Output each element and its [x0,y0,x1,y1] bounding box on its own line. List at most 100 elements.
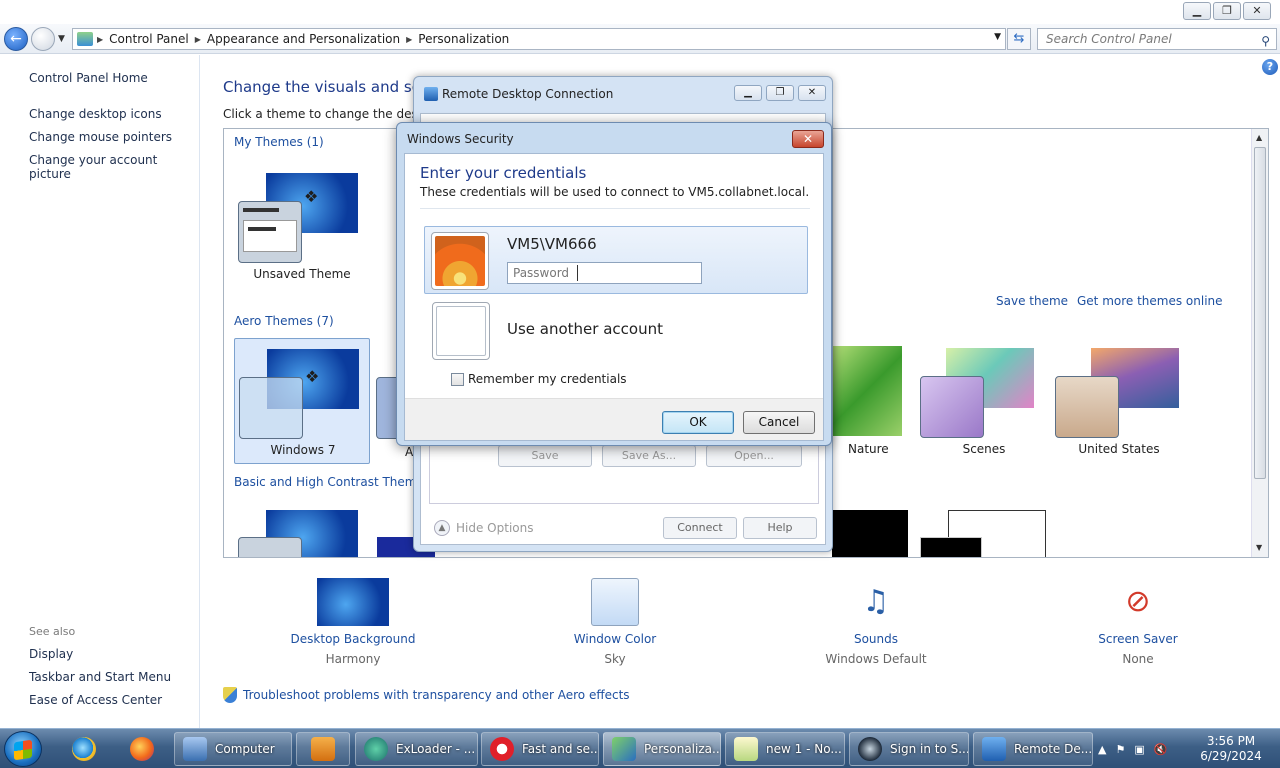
rdc-save-as-button[interactable]: Save As... [602,445,696,467]
task-notepad[interactable]: new 1 - No... [725,732,845,766]
rdc-save-button[interactable]: Save [498,445,592,467]
get-more-themes-link[interactable]: Get more themes online [1077,294,1223,308]
window-preview [920,376,984,438]
ok-button[interactable]: OK [662,411,734,434]
use-another-account[interactable]: Use another account [507,320,663,338]
rdc-maximize-button[interactable]: ❐ [766,85,794,101]
window-controls: ▁ ❐ ✕ [1181,2,1271,20]
help-icon[interactable]: ? [1262,59,1278,75]
theme-unsaved[interactable]: ❖ Unsaved Theme [234,163,370,289]
blank-avatar-icon[interactable] [432,302,490,360]
start-button[interactable] [4,731,42,767]
themes-scrollbar[interactable]: ▲ ▼ [1251,129,1268,557]
control-panel-home-link[interactable]: Control Panel Home [29,71,148,85]
my-themes-heading: My Themes (1) [234,135,324,149]
volume-icon[interactable]: 🔇 [1154,743,1168,756]
breadcrumb-appearance[interactable]: Appearance and Personalization [207,32,400,46]
close-button[interactable]: ✕ [1243,2,1271,20]
change-desktop-icons-link[interactable]: Change desktop icons [29,107,162,121]
rdc-minimize-button[interactable]: ▁ [734,85,762,101]
sounds-option[interactable]: ♫ Sounds Windows Default [796,578,956,666]
change-account-picture-link[interactable]: Change your account picture [29,153,199,181]
aero-themes-heading: Aero Themes (7) [234,314,334,328]
text-cursor [577,265,578,281]
remember-label[interactable]: Remember my credentials [468,372,627,386]
screen-saver-option[interactable]: ⊘ Screen Saver None [1058,578,1218,666]
theme-united-states[interactable]: United States [1051,338,1187,464]
task-label: Fast and se... [522,742,598,756]
firefox-icon [130,737,154,761]
task-computer[interactable]: Computer [174,732,292,766]
theme-name: Unsaved Theme [253,267,351,281]
password-input[interactable]: Password [507,262,702,284]
hide-options-toggle[interactable]: ▲ Hide Options [434,520,533,536]
scroll-up-icon[interactable]: ▲ [1256,133,1262,142]
action-center-flag-icon[interactable]: ⚑ [1115,743,1125,756]
screen-saver-label: Screen Saver [1098,632,1178,646]
internet-explorer-icon [72,737,96,761]
show-hidden-icons-icon[interactable]: ▲ [1098,743,1106,756]
display-link[interactable]: Display [29,647,73,661]
pinned-internet-explorer[interactable] [58,732,110,766]
address-bar[interactable]: ▶ Control Panel ▶ Appearance and Persona… [72,28,1006,50]
window-color-option[interactable]: Window Color Sky [535,578,695,666]
account-tile-selected[interactable]: VM5\VM666 Password [424,226,808,294]
address-dropdown-icon[interactable]: ▼ [994,32,1001,42]
change-mouse-pointers-link[interactable]: Change mouse pointers [29,130,172,144]
network-icon[interactable]: ▣ [1134,743,1144,756]
window-color-icon [591,578,639,626]
security-close-button[interactable]: ✕ [792,130,824,148]
task-steam[interactable]: Sign in to S... [849,732,969,766]
remember-checkbox[interactable] [451,372,464,386]
task-remote-desktop[interactable]: Remote De... [973,732,1093,766]
search-icon[interactable]: ⚲ [1261,31,1270,51]
refresh-button[interactable]: ⇆ [1007,28,1031,50]
task-exloader[interactable]: ExLoader - ... [355,732,478,766]
desktop-background-value: Harmony [325,652,381,666]
task-opera[interactable]: Fast and se... [481,732,599,766]
notepad-icon [734,737,758,761]
chevron-right-icon[interactable]: ▶ [406,35,412,44]
breadcrumb-personalization[interactable]: Personalization [418,32,509,46]
theme-high-contrast-black[interactable] [832,510,908,557]
connect-button[interactable]: Connect [663,517,737,539]
desktop-background-option[interactable]: Desktop Background Harmony [273,578,433,666]
breadcrumb-control-panel[interactable]: Control Panel [109,32,189,46]
close-icon: ✕ [802,132,814,146]
window-preview [238,201,302,263]
search-placeholder: Search Control Panel [1046,32,1172,46]
theme-name: Nature [848,442,889,456]
credentials-description: These credentials will be used to connec… [420,185,810,199]
rdc-open-button[interactable]: Open... [706,445,802,467]
maximize-button[interactable]: ❐ [1213,2,1241,20]
dialog-footer: OK Cancel [405,398,823,440]
back-button[interactable]: ← [4,27,28,51]
ease-of-access-link[interactable]: Ease of Access Center [29,693,162,707]
task-label: Computer [215,742,275,756]
basic-themes-heading: Basic and High Contrast Themes ( [234,475,439,489]
theme-scenes[interactable]: Scenes [916,338,1052,464]
task-personalization[interactable]: Personaliza... [603,732,721,766]
forward-button[interactable] [31,27,55,51]
pinned-firefox[interactable] [116,732,168,766]
search-input[interactable]: Search Control Panel ⚲ [1037,28,1277,50]
scroll-down-icon[interactable]: ▼ [1256,543,1262,552]
clock[interactable]: 3:56 PM 6/29/2024 [1198,734,1264,764]
theme-nature[interactable]: Nature [824,338,904,464]
rdc-help-button[interactable]: Help [743,517,817,539]
theme-windows-7[interactable]: ❖ Windows 7 [234,338,370,464]
recent-pages-dropdown-icon[interactable]: ▼ [58,34,65,44]
troubleshoot-link[interactable]: Troubleshoot problems with transparency … [223,687,630,703]
taskbar-start-menu-link[interactable]: Taskbar and Start Menu [29,670,171,684]
chevron-right-icon[interactable]: ▶ [195,35,201,44]
task-media-player[interactable] [296,732,350,766]
sounds-value: Windows Default [825,652,927,666]
rdc-close-button[interactable]: ✕ [798,85,826,101]
cancel-button[interactable]: Cancel [743,411,815,434]
task-label: Sign in to S... [890,742,968,756]
scrollbar-thumb[interactable] [1254,147,1266,479]
save-theme-link[interactable]: Save theme [996,294,1068,308]
remote-desktop-icon [982,737,1006,761]
minimize-button[interactable]: ▁ [1183,2,1211,20]
remember-credentials-option[interactable]: Remember my credentials [451,372,627,386]
